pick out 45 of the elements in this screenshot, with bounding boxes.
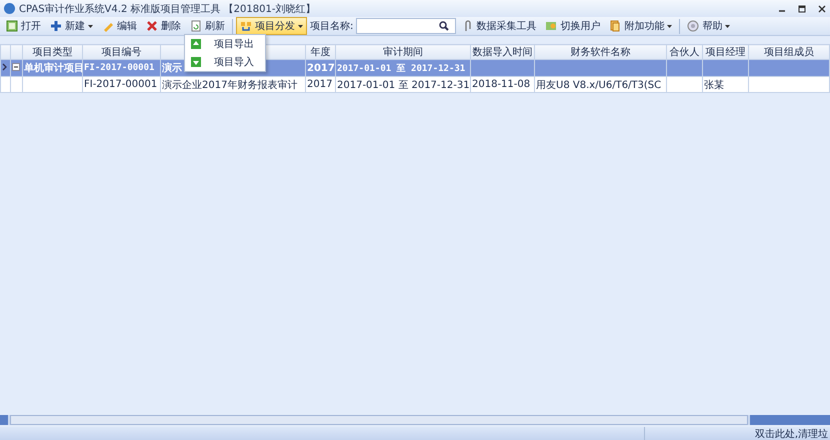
toolbar-button[interactable]: 刷新 [186, 17, 229, 35]
export-icon [190, 38, 202, 50]
table-cell: 2017-01-01 至 2017-12-31 [337, 80, 470, 90]
table-cell: 2017 [307, 79, 332, 90]
table-cell: 张某 [704, 80, 724, 90]
table-cell: 用友U8 V8.x/U6/T6/T3(SC [536, 80, 662, 90]
user-card-icon [545, 20, 558, 32]
menu-item[interactable]: 项目导入 [185, 53, 265, 71]
search-label: 项目名称: [309, 20, 354, 33]
documents-icon [609, 20, 622, 32]
status-text: 双击此处,清理垃 [644, 426, 830, 440]
horizontal-scrollbar[interactable] [0, 415, 830, 425]
help-icon [687, 20, 700, 32]
plus-icon [50, 20, 62, 32]
toolbar-button[interactable]: 附加功能 [605, 17, 676, 35]
delete-icon [146, 20, 158, 32]
toolbar-button[interactable]: 打开 [2, 17, 45, 35]
search-icon[interactable] [439, 21, 450, 31]
share-icon [240, 20, 252, 32]
table-cell: FI-2017-00001 [84, 79, 158, 90]
search-field[interactable] [356, 18, 456, 34]
menu-item[interactable]: 项目导出 [185, 35, 265, 53]
open-icon [6, 20, 18, 32]
toolbar-button[interactable]: 项目分发 [236, 17, 307, 35]
table-cell: 2017 [307, 62, 334, 74]
toolbar-button[interactable]: 切换用户 [541, 17, 604, 35]
refresh-icon [190, 20, 202, 32]
window-title: CPAS审计作业系统V4.2 标准版项目管理工具 【201801-刘晓红】 [19, 2, 316, 16]
maximize-icon[interactable] [798, 4, 806, 12]
toolbar-button[interactable]: 帮助 [683, 17, 734, 35]
toolbar-button[interactable]: 删除 [142, 17, 185, 35]
table-cell: 2017-01-01 至 2017-12-31 [337, 64, 466, 74]
toolbar-button[interactable]: 新建 [46, 17, 97, 35]
import-icon [190, 56, 202, 68]
toolbar-button[interactable]: 数据采集工具 [457, 17, 540, 35]
row-pointer-icon [2, 62, 8, 70]
table-cell: 2018-11-08 [472, 79, 530, 90]
table-cell: 演示企业2017年财务报表审计 [162, 80, 298, 90]
table-cell: FI-2017-00001 [84, 63, 154, 73]
collapse-icon[interactable] [12, 62, 20, 70]
close-icon[interactable] [818, 4, 826, 12]
table-cell: 演示 [162, 63, 182, 74]
app-logo-icon [4, 3, 15, 14]
pencil-icon [102, 20, 114, 32]
toolbar-button[interactable]: 编辑 [98, 17, 141, 35]
